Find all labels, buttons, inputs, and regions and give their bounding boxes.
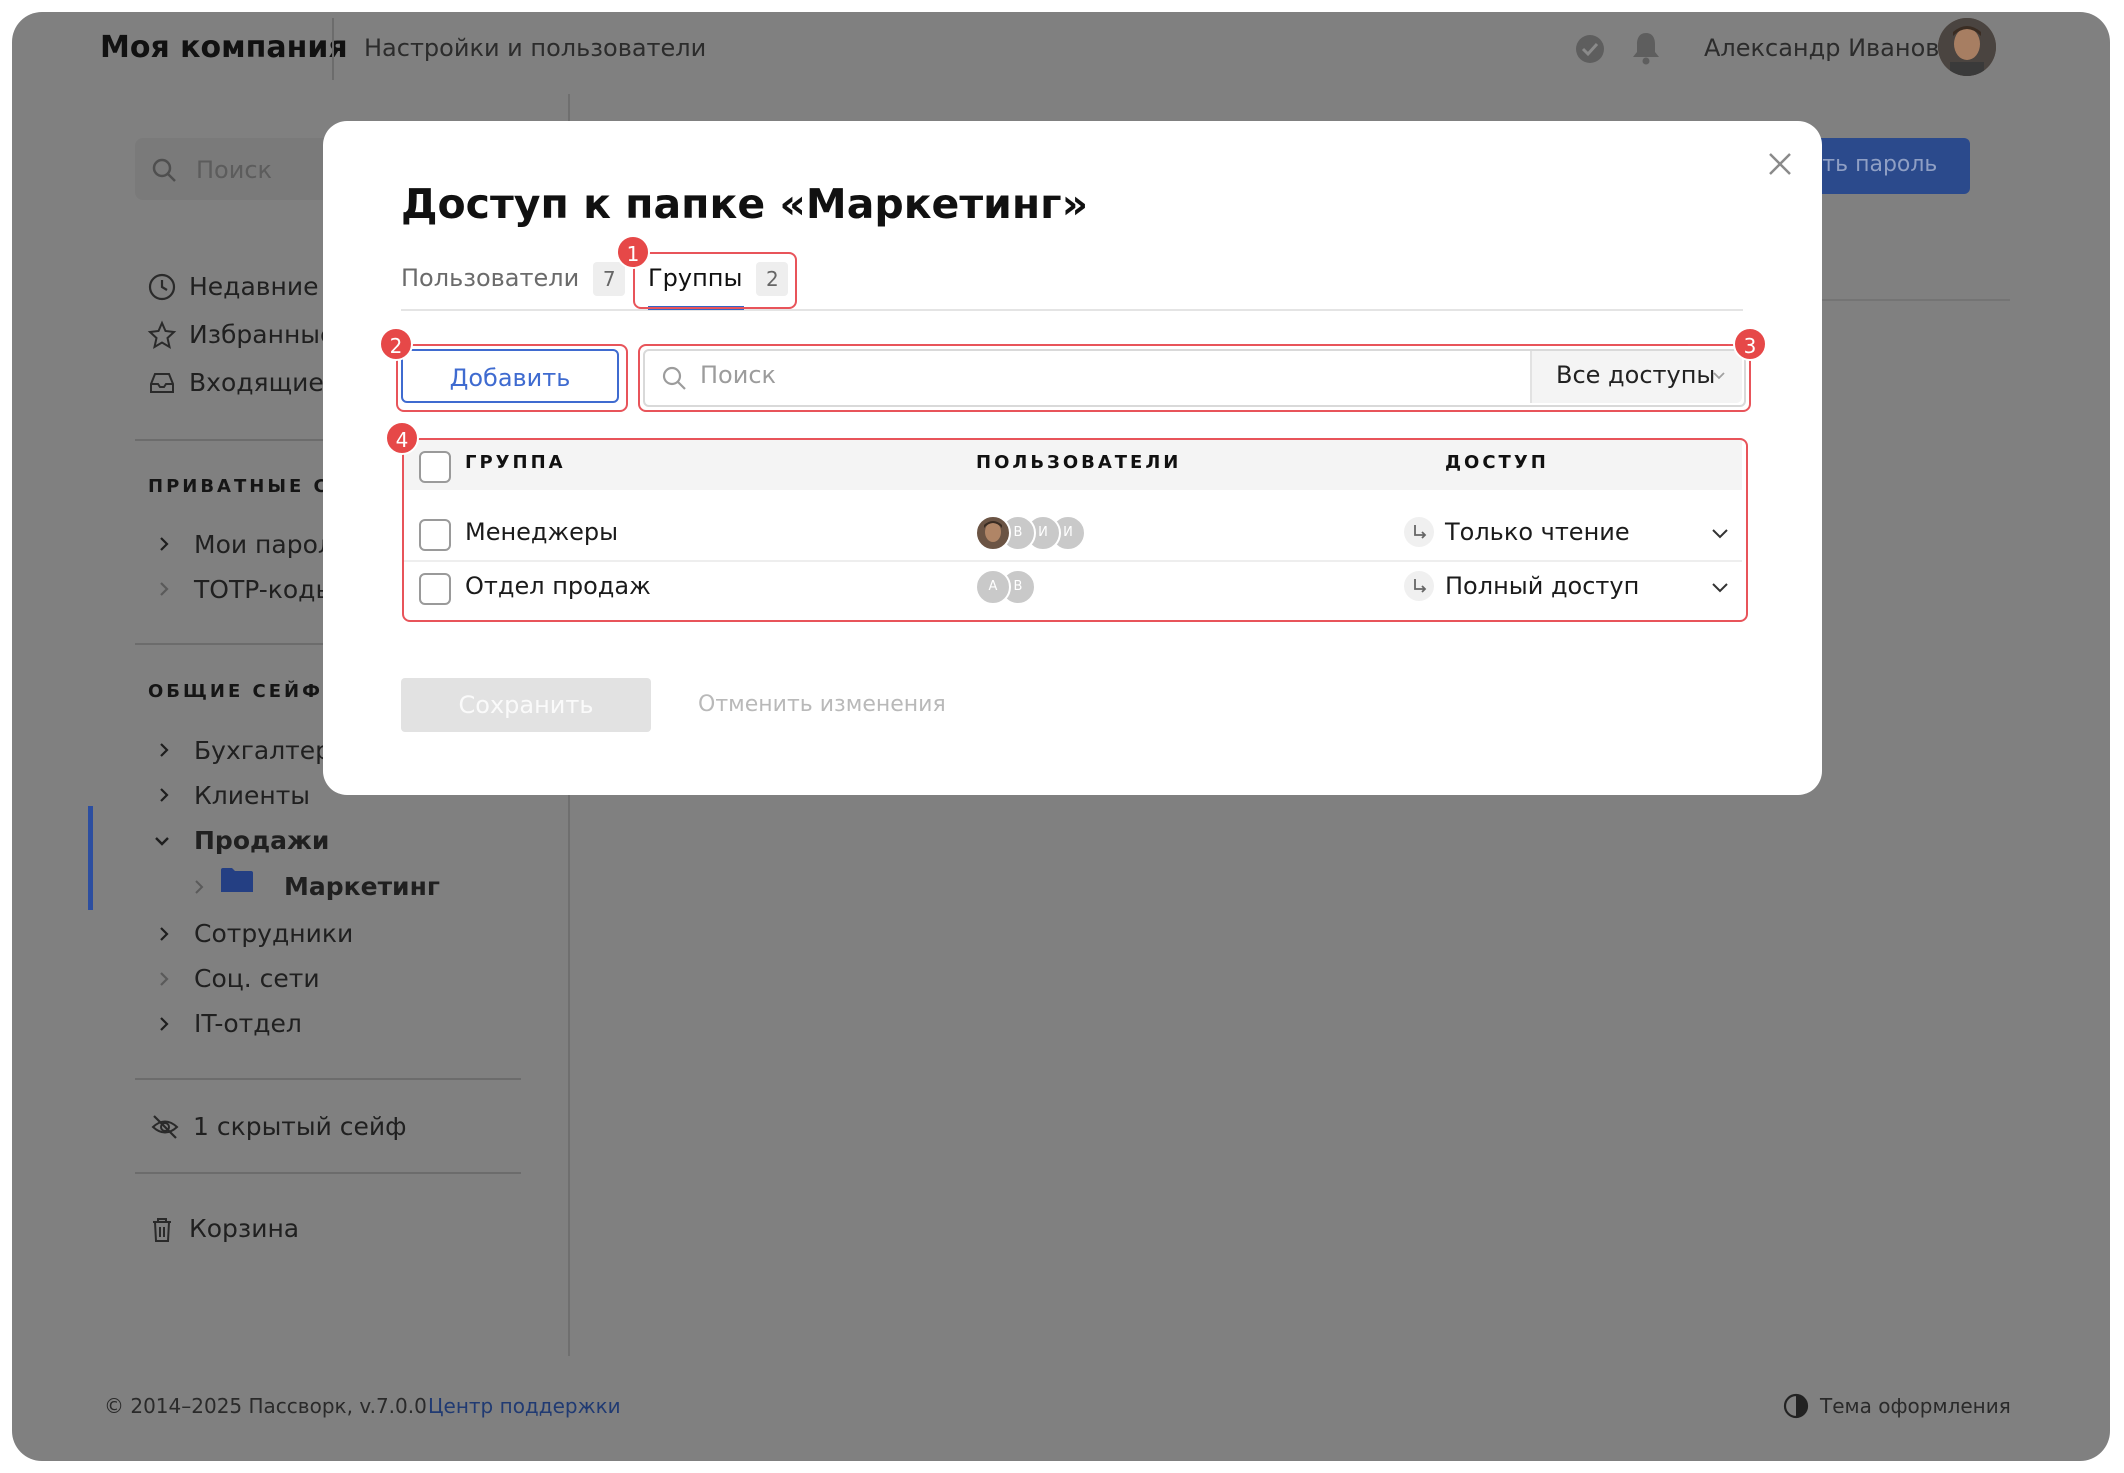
bell-icon[interactable] (1630, 30, 1662, 66)
annotation-box-table (402, 438, 1748, 622)
verified-check-icon[interactable] (1574, 33, 1606, 65)
tabs-divider (401, 309, 1743, 311)
theme-toggle-icon[interactable] (1782, 1392, 1810, 1420)
folder-icon (221, 868, 253, 892)
inbox-icon (150, 373, 174, 393)
chevron-right-icon[interactable] (155, 786, 173, 804)
theme-toggle-label[interactable]: Тема оформления (1820, 1394, 2011, 1418)
close-icon[interactable] (1764, 148, 1796, 180)
chevron-right-icon[interactable] (155, 1015, 173, 1033)
search-icon (152, 158, 176, 182)
chevron-right-icon[interactable] (155, 535, 173, 553)
sidebar-item-totp[interactable]: TOTP-коды (194, 575, 335, 604)
sidebar-item-inbox[interactable]: Входящие (189, 368, 324, 397)
settings-nav-title[interactable]: Настройки и пользователи (364, 34, 706, 62)
chevron-right-icon[interactable] (155, 580, 173, 598)
cancel-changes-link[interactable]: Отменить изменения (698, 692, 946, 717)
copyright: © 2014–2025 Пассворк, v.7.0.0 (104, 1394, 427, 1418)
sidebar-item-social[interactable]: Соц. сети (194, 964, 320, 993)
active-vault-indicator (88, 806, 93, 910)
chevron-right-icon[interactable] (190, 878, 208, 896)
topbar-divider (332, 18, 334, 80)
sidebar-divider-line (135, 1078, 521, 1080)
sidebar-item-recent[interactable]: Недавние (189, 272, 319, 301)
hidden-vaults-link[interactable]: 1 скрытый сейф (193, 1112, 407, 1141)
current-user-name[interactable]: Александр Иванов (1704, 34, 1939, 62)
annotation-marker: 3 (1733, 327, 1767, 361)
sidebar-divider-line (135, 1172, 521, 1174)
tab-users[interactable]: Пользователи 7 (401, 262, 626, 296)
trash-icon (153, 1218, 171, 1242)
dialog-title: Доступ к папке «Маркетинг» (401, 180, 1089, 228)
chevron-right-icon[interactable] (155, 925, 173, 943)
save-button[interactable]: Сохранить (401, 678, 651, 732)
annotation-marker: 2 (379, 327, 413, 361)
star-icon (147, 320, 177, 350)
annotation-box-search (638, 344, 1751, 412)
sidebar-item-marketing[interactable]: Маркетинг (284, 872, 440, 901)
sidebar-search-placeholder: Поиск (196, 156, 273, 184)
shared-vaults-heading: ОБЩИЕ СЕЙФЫ (148, 681, 345, 702)
support-link[interactable]: Центр поддержки (428, 1394, 621, 1418)
eye-off-icon (151, 1115, 179, 1139)
sidebar-item-trash[interactable]: Корзина (189, 1214, 299, 1243)
annotation-marker: 4 (385, 421, 419, 455)
tab-users-label: Пользователи (401, 264, 580, 292)
annotation-marker: 1 (616, 235, 650, 269)
add-password-button-label: ить пароль (1808, 152, 1938, 177)
sidebar-item-my-passwords[interactable]: Мои парол (194, 530, 334, 559)
sidebar-item-favorites[interactable]: Избранные (189, 320, 335, 349)
sidebar-item-sales[interactable]: Продажи (194, 826, 329, 855)
chevron-right-icon[interactable] (155, 970, 173, 988)
chevron-right-icon[interactable] (155, 741, 173, 759)
company-name[interactable]: Моя компания (100, 30, 348, 65)
clock-icon (148, 273, 176, 301)
user-avatar[interactable] (1938, 18, 1996, 76)
chevron-down-icon[interactable] (153, 832, 171, 850)
sidebar-item-clients[interactable]: Клиенты (194, 781, 310, 810)
tab-users-count: 7 (593, 262, 626, 296)
sidebar-item-employees[interactable]: Сотрудники (194, 919, 353, 948)
annotation-box-add (396, 344, 628, 412)
annotation-box-tabs (633, 252, 797, 309)
sidebar-item-it[interactable]: IT-отдел (194, 1009, 302, 1038)
